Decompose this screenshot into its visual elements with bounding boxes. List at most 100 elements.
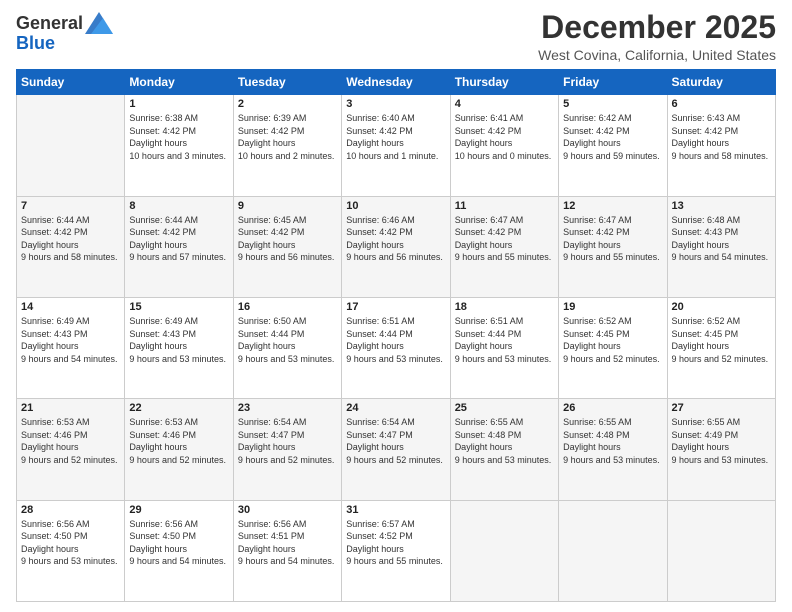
day-info: Sunrise: 6:56 AMSunset: 4:50 PMDaylight … — [129, 518, 228, 568]
day-info: Sunrise: 6:52 AMSunset: 4:45 PMDaylight … — [563, 315, 662, 365]
day-info: Sunrise: 6:44 AMSunset: 4:42 PMDaylight … — [21, 214, 120, 264]
table-cell: 3 Sunrise: 6:40 AMSunset: 4:42 PMDaylight… — [342, 95, 450, 196]
table-cell: 19Sunrise: 6:52 AMSunset: 4:45 PMDayligh… — [559, 297, 667, 398]
table-cell: 28Sunrise: 6:56 AMSunset: 4:50 PMDayligh… — [17, 500, 125, 601]
week-row-4: 21 Sunrise: 6:53 AMSunset: 4:46 PMDayligh… — [17, 399, 776, 500]
day-info: Sunrise: 6:42 AMSunset: 4:42 PMDaylight … — [563, 112, 662, 162]
day-info: Sunrise: 6:44 AMSunset: 4:42 PMDaylight … — [129, 214, 228, 264]
title-block: December 2025 West Covina, California, U… — [538, 10, 776, 63]
day-number: 13 — [672, 200, 771, 212]
logo-text-general: General — [16, 14, 83, 34]
day-number: 2 — [238, 98, 337, 110]
table-cell: 7 Sunrise: 6:44 AMSunset: 4:42 PMDaylight… — [17, 196, 125, 297]
day-info: Sunrise: 6:47 AMSunset: 4:42 PMDaylight … — [455, 214, 554, 264]
day-info: Sunrise: 6:49 AMSunset: 4:43 PMDaylight … — [129, 315, 228, 365]
day-number: 9 — [238, 200, 337, 212]
day-info: Sunrise: 6:50 AMSunset: 4:44 PMDaylight … — [238, 315, 337, 365]
day-info: Sunrise: 6:49 AMSunset: 4:43 PMDaylight … — [21, 315, 120, 365]
day-info: Sunrise: 6:47 AMSunset: 4:42 PMDaylight … — [563, 214, 662, 264]
day-info: Sunrise: 6:51 AMSunset: 4:44 PMDaylight … — [455, 315, 554, 365]
day-number: 23 — [238, 402, 337, 414]
day-number: 29 — [129, 504, 228, 516]
table-cell — [450, 500, 558, 601]
header-tuesday: Tuesday — [233, 70, 341, 95]
table-cell: 9 Sunrise: 6:45 AMSunset: 4:42 PMDaylight… — [233, 196, 341, 297]
table-cell: 25 Sunrise: 6:55 AMSunset: 4:48 PMDayligh… — [450, 399, 558, 500]
day-number: 30 — [238, 504, 337, 516]
table-cell — [17, 95, 125, 196]
calendar-table: Sunday Monday Tuesday Wednesday Thursday… — [16, 69, 776, 602]
day-info: Sunrise: 6:40 AMSunset: 4:42 PMDaylight … — [346, 112, 445, 162]
day-number: 11 — [455, 200, 554, 212]
table-cell: 13 Sunrise: 6:48 AMSunset: 4:43 PMDayligh… — [667, 196, 775, 297]
day-info: Sunrise: 6:48 AMSunset: 4:43 PMDaylight … — [672, 214, 771, 264]
day-number: 31 — [346, 504, 445, 516]
day-number: 7 — [21, 200, 120, 212]
logo-icon — [85, 12, 113, 34]
day-number: 21 — [21, 402, 120, 414]
header-wednesday: Wednesday — [342, 70, 450, 95]
header-monday: Monday — [125, 70, 233, 95]
week-row-3: 14 Sunrise: 6:49 AMSunset: 4:43 PMDayligh… — [17, 297, 776, 398]
location: West Covina, California, United States — [538, 47, 776, 63]
day-number: 15 — [129, 301, 228, 313]
day-number: 12 — [563, 200, 662, 212]
header-thursday: Thursday — [450, 70, 558, 95]
day-number: 1 — [129, 98, 228, 110]
day-number: 24 — [346, 402, 445, 414]
day-number: 5 — [563, 98, 662, 110]
day-info: Sunrise: 6:56 AMSunset: 4:50 PMDaylight … — [21, 518, 120, 568]
day-info: Sunrise: 6:53 AMSunset: 4:46 PMDaylight … — [21, 416, 120, 466]
page: General Blue December 2025 West Covina, … — [0, 0, 792, 612]
table-cell: 15 Sunrise: 6:49 AMSunset: 4:43 PMDayligh… — [125, 297, 233, 398]
day-info: Sunrise: 6:43 AMSunset: 4:42 PMDaylight … — [672, 112, 771, 162]
day-number: 25 — [455, 402, 554, 414]
day-number: 18 — [455, 301, 554, 313]
day-info: Sunrise: 6:46 AMSunset: 4:42 PMDaylight … — [346, 214, 445, 264]
day-info: Sunrise: 6:56 AMSunset: 4:51 PMDaylight … — [238, 518, 337, 568]
table-cell — [559, 500, 667, 601]
day-number: 14 — [21, 301, 120, 313]
week-row-5: 28Sunrise: 6:56 AMSunset: 4:50 PMDayligh… — [17, 500, 776, 601]
table-cell: 31Sunrise: 6:57 AMSunset: 4:52 PMDayligh… — [342, 500, 450, 601]
header: General Blue December 2025 West Covina, … — [16, 10, 776, 63]
table-cell: 6Sunrise: 6:43 AMSunset: 4:42 PMDaylight… — [667, 95, 775, 196]
day-number: 27 — [672, 402, 771, 414]
table-cell: 17Sunrise: 6:51 AMSunset: 4:44 PMDayligh… — [342, 297, 450, 398]
week-row-1: 1 Sunrise: 6:38 AMSunset: 4:42 PMDaylight… — [17, 95, 776, 196]
table-cell: 12 Sunrise: 6:47 AMSunset: 4:42 PMDayligh… — [559, 196, 667, 297]
month-title: December 2025 — [538, 10, 776, 45]
weekday-header-row: Sunday Monday Tuesday Wednesday Thursday… — [17, 70, 776, 95]
day-info: Sunrise: 6:55 AMSunset: 4:48 PMDaylight … — [455, 416, 554, 466]
table-cell: 26 Sunrise: 6:55 AMSunset: 4:48 PMDayligh… — [559, 399, 667, 500]
table-cell: 30 Sunrise: 6:56 AMSunset: 4:51 PMDayligh… — [233, 500, 341, 601]
day-info: Sunrise: 6:52 AMSunset: 4:45 PMDaylight … — [672, 315, 771, 365]
day-info: Sunrise: 6:53 AMSunset: 4:46 PMDaylight … — [129, 416, 228, 466]
header-sunday: Sunday — [17, 70, 125, 95]
table-cell: 21 Sunrise: 6:53 AMSunset: 4:46 PMDayligh… — [17, 399, 125, 500]
table-cell: 14 Sunrise: 6:49 AMSunset: 4:43 PMDayligh… — [17, 297, 125, 398]
day-info: Sunrise: 6:55 AMSunset: 4:48 PMDaylight … — [563, 416, 662, 466]
table-cell: 10Sunrise: 6:46 AMSunset: 4:42 PMDayligh… — [342, 196, 450, 297]
table-cell: 27Sunrise: 6:55 AMSunset: 4:49 PMDayligh… — [667, 399, 775, 500]
day-number: 4 — [455, 98, 554, 110]
day-info: Sunrise: 6:41 AMSunset: 4:42 PMDaylight … — [455, 112, 554, 162]
week-row-2: 7 Sunrise: 6:44 AMSunset: 4:42 PMDaylight… — [17, 196, 776, 297]
table-cell: 23Sunrise: 6:54 AMSunset: 4:47 PMDayligh… — [233, 399, 341, 500]
day-info: Sunrise: 6:38 AMSunset: 4:42 PMDaylight … — [129, 112, 228, 162]
table-cell: 20 Sunrise: 6:52 AMSunset: 4:45 PMDayligh… — [667, 297, 775, 398]
table-cell — [667, 500, 775, 601]
header-friday: Friday — [559, 70, 667, 95]
day-number: 20 — [672, 301, 771, 313]
logo-text-blue: Blue — [16, 34, 113, 54]
header-saturday: Saturday — [667, 70, 775, 95]
day-number: 3 — [346, 98, 445, 110]
day-info: Sunrise: 6:45 AMSunset: 4:42 PMDaylight … — [238, 214, 337, 264]
table-cell: 4 Sunrise: 6:41 AMSunset: 4:42 PMDaylight… — [450, 95, 558, 196]
day-number: 17 — [346, 301, 445, 313]
day-info: Sunrise: 6:54 AMSunset: 4:47 PMDaylight … — [346, 416, 445, 466]
table-cell: 5 Sunrise: 6:42 AMSunset: 4:42 PMDaylight… — [559, 95, 667, 196]
table-cell: 29 Sunrise: 6:56 AMSunset: 4:50 PMDayligh… — [125, 500, 233, 601]
day-number: 26 — [563, 402, 662, 414]
table-cell: 22Sunrise: 6:53 AMSunset: 4:46 PMDayligh… — [125, 399, 233, 500]
